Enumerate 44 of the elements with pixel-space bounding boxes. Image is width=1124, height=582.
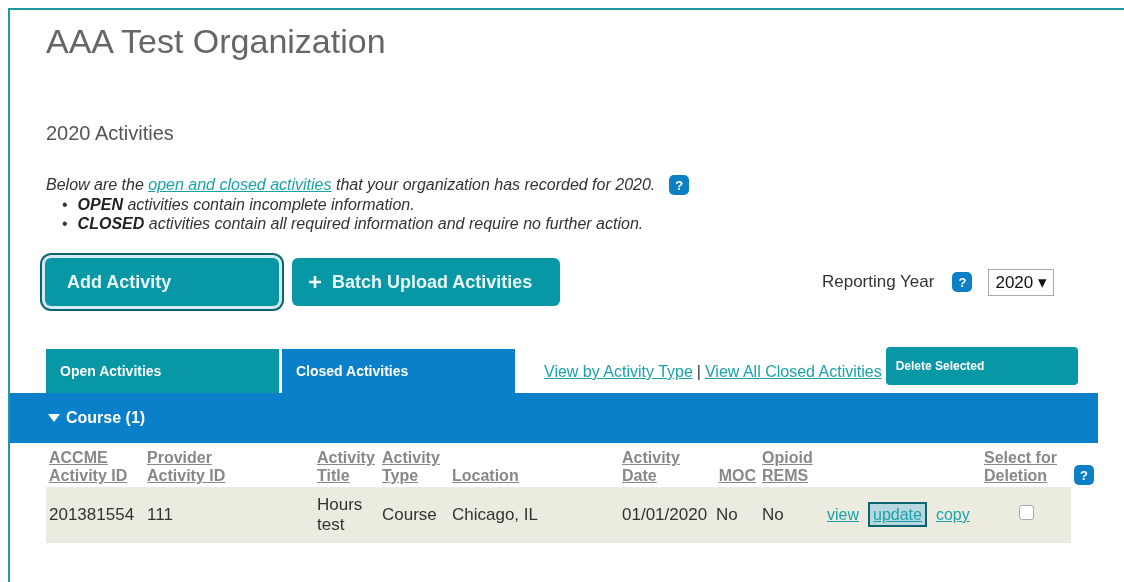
bullet-marker: • bbox=[62, 214, 68, 233]
help-button[interactable]: ? bbox=[669, 175, 690, 195]
bullet-marker: • bbox=[62, 195, 68, 214]
row-action-link[interactable]: update bbox=[868, 502, 927, 527]
table-cell: Course bbox=[382, 505, 437, 524]
view-link[interactable]: View by Activity Type bbox=[544, 363, 693, 381]
column-header[interactable]: ACCME Activity ID bbox=[49, 449, 141, 485]
intro-text: Below are the open and closed activities that your organization has recorded for 2020. bbox=[46, 176, 656, 194]
tab[interactable]: Open Activities bbox=[46, 349, 279, 393]
column-header[interactable]: Provider Activity ID bbox=[147, 449, 241, 485]
table-cell: No bbox=[762, 505, 784, 524]
delete-selected-button[interactable]: Delete Selected bbox=[885, 347, 1078, 385]
column-header[interactable]: Opioid REMS bbox=[762, 449, 818, 485]
column-header[interactable]: MOC bbox=[718, 467, 756, 485]
view-link[interactable]: View All Closed Activities bbox=[704, 363, 882, 381]
row-action-link[interactable]: view bbox=[824, 504, 862, 525]
table-cell: 01/01/2020 bbox=[622, 505, 708, 524]
year-select[interactable]: 2020 ▾ bbox=[988, 268, 1054, 296]
column-header[interactable]: Select for Deletion bbox=[984, 449, 1068, 485]
table-cell: Chicago, IL bbox=[452, 505, 538, 524]
delete-checkbox[interactable] bbox=[1018, 505, 1034, 520]
page-heading: 2020 Activities bbox=[45, 121, 175, 145]
caret-icon bbox=[48, 414, 60, 422]
table-cell: Hours test bbox=[317, 495, 363, 534]
column-header[interactable]: Activity Date bbox=[622, 449, 710, 485]
table-cell: No bbox=[716, 505, 738, 524]
reporting-year-label: Reporting Year bbox=[821, 272, 935, 292]
help-button[interactable]: ? bbox=[952, 272, 973, 292]
column-header[interactable]: Activity Title bbox=[317, 449, 376, 485]
table-cell: 111 bbox=[147, 505, 173, 524]
group-toggle[interactable]: Course (1) bbox=[48, 409, 146, 427]
link-separator: | bbox=[696, 363, 701, 381]
organization-title: AAA Test Organization bbox=[45, 21, 387, 62]
table-cell: 201381554 bbox=[49, 505, 135, 524]
help-button[interactable]: ? bbox=[1074, 465, 1094, 485]
plus-icon bbox=[308, 275, 322, 289]
activities-link[interactable]: open and closed activities bbox=[148, 176, 332, 193]
column-header[interactable]: Activity Type bbox=[382, 449, 446, 485]
bullet-text: CLOSED activities contain all required information and require no further action. bbox=[77, 214, 644, 233]
bullet-text: OPEN activities contain incomplete information. bbox=[77, 195, 415, 214]
column-header[interactable]: Location bbox=[452, 467, 519, 485]
tab[interactable]: Closed Activities bbox=[282, 349, 515, 393]
row-action-link[interactable]: copy bbox=[932, 504, 973, 525]
batch-upload-button[interactable]: Batch Upload Activities bbox=[292, 258, 561, 306]
